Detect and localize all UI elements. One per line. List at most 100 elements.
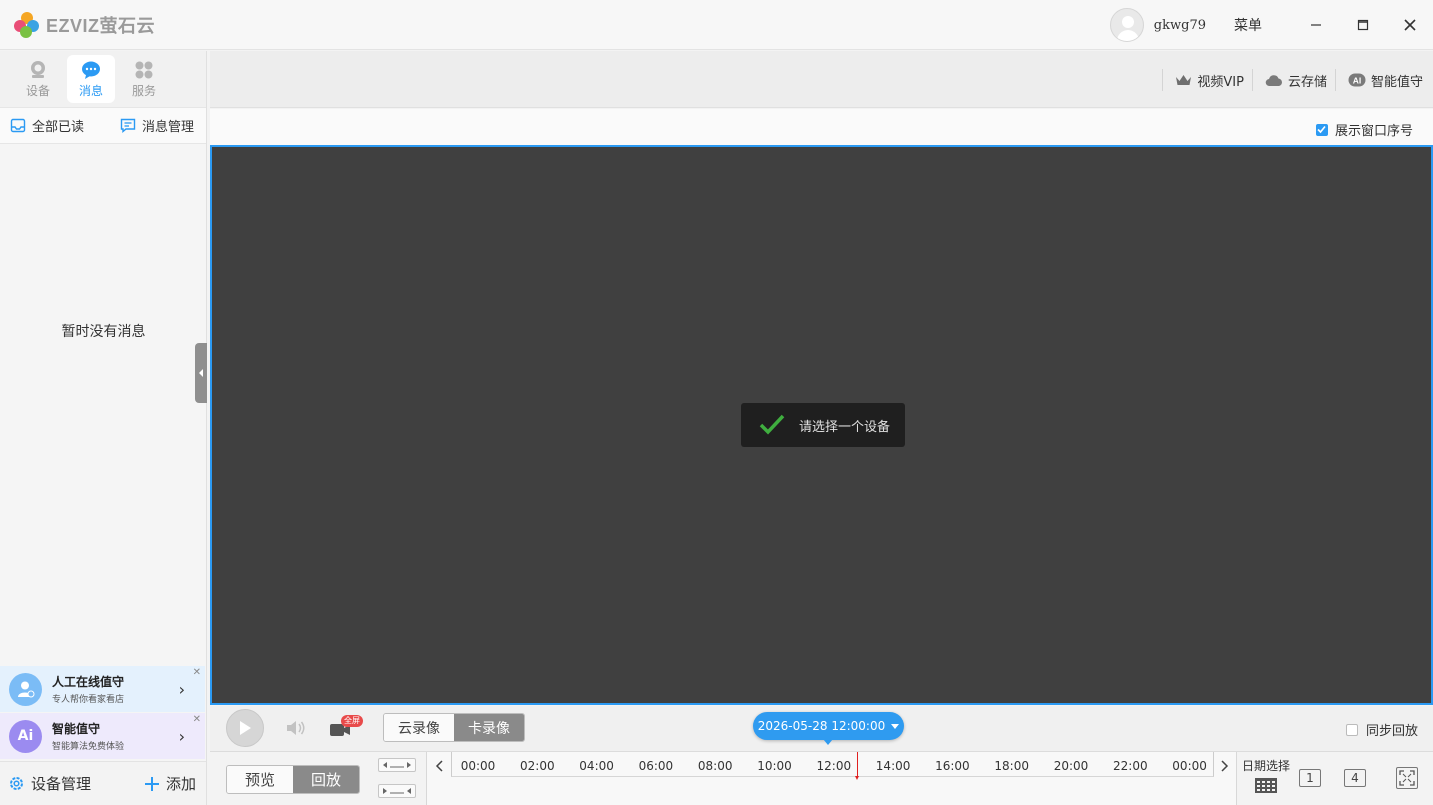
timeline-tick-label: 14:00: [875, 759, 911, 773]
svg-text:AI: AI: [1353, 76, 1362, 86]
person-guard-icon: [9, 672, 42, 706]
left-panel: 设备 消息 服务 全部已读 消息管理 暂时没有消息 人工在线值守 专人帮你看家看…: [0, 51, 207, 805]
timeline[interactable]: 00:00 02:00 04:00 06:00 08:00 10:00 12:00 14:00…: [426, 752, 1237, 805]
menu-button[interactable]: 菜单: [1234, 15, 1262, 35]
cloud-storage-button[interactable]: 云存储: [1251, 69, 1327, 91]
crown-icon: [1176, 75, 1192, 85]
play-button[interactable]: [226, 709, 264, 747]
timeline-scale[interactable]: 00:00 02:00 04:00 06:00 08:00 10:00 12:00 14:00…: [451, 752, 1214, 780]
ai-badge-icon: AI: [1348, 73, 1366, 87]
layout-1-button[interactable]: 1: [1299, 769, 1321, 787]
collapse-panel-handle[interactable]: [195, 343, 207, 403]
preview-tab[interactable]: 预览: [227, 766, 293, 793]
message-manage-icon: [120, 118, 136, 133]
mark-all-read-button[interactable]: 全部已读: [10, 116, 84, 135]
username[interactable]: gkwg79: [1154, 18, 1206, 33]
chevron-left-icon: [435, 760, 443, 772]
message-manage-button[interactable]: 消息管理: [120, 116, 194, 135]
caret-down-icon: [891, 723, 900, 729]
timeline-next-button[interactable]: [1214, 755, 1236, 777]
add-device-button[interactable]: 添加: [144, 773, 196, 794]
volume-button[interactable]: [284, 718, 308, 738]
tab-services[interactable]: 服务: [120, 55, 168, 103]
fullscreen-icon: [1399, 770, 1415, 786]
message-toolbar: 全部已读 消息管理: [0, 108, 206, 144]
avatar[interactable]: [1109, 8, 1144, 42]
promo-smart-guard[interactable]: Ai 智能值守 智能算法免费体验 › ✕: [0, 713, 205, 759]
grid-dots-icon: [135, 61, 153, 78]
user-area: gkwg79 菜单: [1109, 0, 1433, 50]
promo-title: 人工在线值守: [52, 675, 125, 689]
cloud-icon: [1265, 74, 1282, 86]
timeline-tick-label: 12:00: [816, 759, 852, 773]
fullscreen-badge: 全屏: [341, 715, 363, 727]
show-window-index-checkbox[interactable]: [1315, 123, 1328, 136]
tab-services-label: 服务: [131, 83, 156, 98]
toast-message: 请选择一个设备: [741, 403, 905, 447]
smart-guard-button[interactable]: AI 智能值守: [1334, 69, 1423, 91]
video-vip-label: 视频VIP: [1197, 74, 1244, 90]
timeline-tick-label: 06:00: [638, 759, 674, 773]
chevron-right-icon: ›: [178, 680, 185, 699]
zoom-out-timeline-button[interactable]: [378, 758, 416, 772]
empty-message: 暂时没有消息: [61, 324, 146, 340]
logo: EZVIZ萤石云: [14, 11, 155, 39]
close-button[interactable]: [1386, 0, 1433, 50]
layout-4-button[interactable]: 4: [1344, 769, 1366, 787]
timeline-tick-label: 08:00: [697, 759, 733, 773]
close-icon: [1403, 19, 1416, 31]
tab-devices[interactable]: 设备: [14, 55, 62, 103]
timeline-tick-label: 10:00: [757, 759, 792, 773]
promo-manual-guard[interactable]: 人工在线值守 专人帮你看家看店 › ✕: [0, 666, 205, 712]
chevron-right-icon: ›: [178, 727, 185, 746]
fullscreen-button[interactable]: [1396, 767, 1418, 789]
video-vip-button[interactable]: 视频VIP: [1162, 69, 1244, 91]
timeline-tick-label: 02:00: [520, 759, 555, 773]
timeline-tick-label: 16:00: [935, 759, 970, 773]
ai-icon: Ai: [9, 719, 42, 753]
message-manage-label: 消息管理: [141, 120, 194, 135]
date-select-button[interactable]: 日期选择: [1242, 757, 1290, 794]
record-button[interactable]: 全屏: [329, 715, 363, 738]
card-record-tab[interactable]: 卡录像: [454, 714, 524, 741]
title-bar: EZVIZ萤石云 gkwg79 菜单: [0, 0, 1433, 50]
timeline-bar: 预览 回放 00:00 02:00 04:00 06:00 08:00 10:00 12:0…: [210, 751, 1433, 805]
ezviz-logo-icon: [14, 12, 40, 38]
show-window-index-option[interactable]: 展示窗口序号: [1315, 120, 1413, 139]
tab-messages-label: 消息: [78, 83, 103, 98]
mark-all-read-label: 全部已读: [32, 120, 85, 135]
cloud-storage-label: 云存储: [1287, 74, 1327, 90]
device-manage-label: 设备管理: [31, 775, 92, 793]
tab-devices-label: 设备: [25, 83, 50, 98]
show-window-index-label: 展示窗口序号: [1334, 124, 1413, 139]
date-select-label: 日期选择: [1242, 759, 1291, 773]
timeline-prev-button[interactable]: [428, 755, 450, 777]
timeline-cursor[interactable]: [855, 752, 859, 780]
cloud-record-tab[interactable]: 云录像: [384, 714, 454, 741]
play-icon: [240, 721, 251, 735]
close-icon[interactable]: ✕: [193, 667, 201, 678]
left-tabs: 设备 消息 服务: [0, 51, 206, 108]
left-footer: 设备管理 添加: [0, 761, 206, 805]
datetime-value: 2026-05-28 12:00:00: [757, 719, 886, 733]
sync-playback-checkbox[interactable]: [1345, 723, 1358, 736]
expand-arrows-icon: [383, 762, 411, 768]
zoom-in-timeline-button[interactable]: [378, 784, 416, 798]
checkmark-icon: [1317, 125, 1327, 134]
device-manage-button[interactable]: 设备管理: [8, 773, 91, 794]
video-window[interactable]: 1 请选择一个设备: [210, 145, 1433, 705]
top-toolbar: 视频VIP 云存储 AI 智能值守: [210, 51, 1433, 108]
promo-subtitle: 智能算法免费体验: [52, 742, 125, 752]
collapse-arrows-icon: [383, 788, 411, 794]
sync-playback-option[interactable]: 同步回放: [1345, 720, 1418, 739]
gear-icon: [10, 777, 23, 790]
smart-guard-label: 智能值守: [1370, 74, 1423, 90]
close-icon[interactable]: ✕: [193, 714, 201, 725]
datetime-picker[interactable]: 2026-05-28 12:00:00: [753, 712, 904, 745]
timeline-tick-label: 00:00: [460, 759, 496, 773]
record-source-toggle: 云录像 卡录像: [383, 713, 525, 742]
minimize-button[interactable]: [1292, 0, 1339, 50]
maximize-button[interactable]: [1339, 0, 1386, 50]
playback-tab[interactable]: 回放: [293, 766, 359, 793]
tab-messages[interactable]: 消息: [67, 55, 115, 103]
